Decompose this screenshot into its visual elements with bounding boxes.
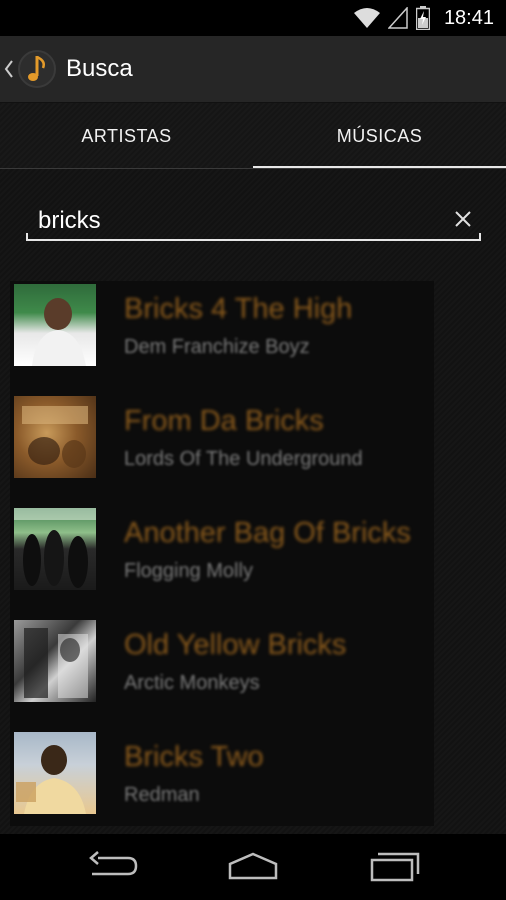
tab-label: ARTISTAS (81, 125, 172, 146)
song-title: Bricks 4 The High (124, 293, 353, 325)
tab-musicas[interactable]: MÚSICAS (253, 103, 506, 169)
song-artist: Arctic Monkeys (124, 672, 260, 694)
song-title: Another Bag Of Bricks (124, 517, 411, 549)
song-artist: Redman (124, 784, 200, 806)
navigation-bar (0, 834, 506, 900)
album-art (14, 284, 96, 366)
results-list: Bricks 4 The High Dem Franchize Boyz Fro… (10, 281, 434, 826)
song-title: Bricks Two (124, 741, 264, 773)
recent-apps-icon[interactable] (368, 850, 420, 882)
tab-artistas[interactable]: ARTISTAS (0, 103, 253, 169)
home-icon[interactable] (226, 850, 280, 882)
list-item[interactable]: Another Bag Of Bricks Flogging Molly (10, 505, 434, 617)
album-art (14, 732, 96, 814)
song-title: Old Yellow Bricks (124, 629, 347, 661)
cell-signal-icon (387, 7, 408, 29)
album-art (14, 396, 96, 478)
search-underline (26, 233, 481, 241)
list-item[interactable]: From Da Bricks Lords Of The Underground (10, 393, 434, 505)
app-logo-icon[interactable] (18, 50, 56, 88)
album-art (14, 620, 96, 702)
song-title: From Da Bricks (124, 405, 324, 437)
list-item[interactable]: Old Yellow Bricks Arctic Monkeys (10, 617, 434, 729)
tab-label: MÚSICAS (336, 125, 423, 146)
back-icon[interactable] (88, 850, 138, 882)
song-artist: Lords Of The Underground (124, 448, 363, 470)
status-time: 18:41 (443, 6, 494, 29)
list-item[interactable]: Bricks Two Redman (10, 729, 434, 841)
wifi-icon (353, 8, 380, 28)
action-bar: Busca (0, 36, 506, 103)
search-input[interactable] (26, 205, 438, 237)
music-note-icon (28, 55, 45, 81)
battery-icon (415, 6, 430, 30)
page-title: Busca (66, 55, 133, 82)
song-artist: Dem Franchize Boyz (124, 336, 310, 358)
tab-bar: ARTISTAS MÚSICAS (0, 103, 506, 169)
list-item[interactable]: Bricks 4 The High Dem Franchize Boyz (10, 281, 434, 393)
search-box (26, 205, 481, 241)
search-content: Bricks 4 The High Dem Franchize Boyz Fro… (0, 169, 506, 834)
back-chevron-icon[interactable] (4, 59, 14, 79)
album-art (14, 508, 96, 590)
song-artist: Flogging Molly (124, 560, 253, 582)
status-bar: 18:41 (0, 0, 506, 36)
clear-icon[interactable] (451, 207, 475, 231)
